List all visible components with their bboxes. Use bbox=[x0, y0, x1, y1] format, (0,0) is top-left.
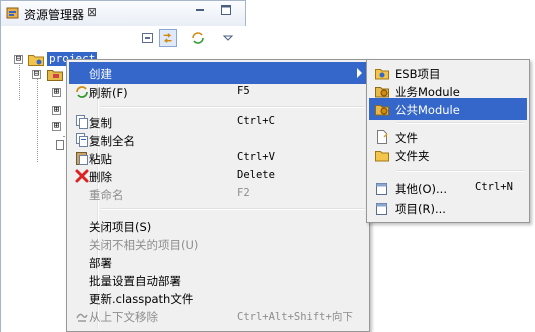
menu-item-shortcut: Ctrl+Alt+Shift+向下 bbox=[237, 311, 353, 323]
menu-item-label: 创建 bbox=[89, 67, 112, 81]
menu-item-shortcut: Ctrl+N bbox=[475, 181, 513, 193]
submenu-item-folder[interactable]: 文件夹 bbox=[369, 144, 527, 166]
submenu-arrow-icon bbox=[357, 68, 362, 78]
menu-item-label: 公共Module bbox=[395, 103, 460, 117]
submenu-item-other[interactable]: 其他(O)... Ctrl+N bbox=[369, 177, 527, 199]
menu-item-label: 重命名 bbox=[89, 188, 124, 202]
submenu-item-project[interactable]: 项目(R)... bbox=[369, 197, 527, 219]
menu-item-label: 文件夹 bbox=[395, 149, 430, 163]
menu-separator bbox=[397, 122, 525, 124]
project-collapse-toggle[interactable]: ⊟ bbox=[14, 55, 23, 64]
menu-item-rename[interactable]: 重命名 F2 bbox=[69, 183, 367, 205]
create-submenu: ESB项目 业务Module 公共Module 文件 文件夹 其他(O)... … bbox=[366, 59, 530, 223]
menu-item-shortcut: Delete bbox=[237, 169, 275, 181]
context-menu: 创建 刷新(F) F5 复制 Ctrl+C 复制全名 粘贴 Ctrl+V 删除 … bbox=[66, 59, 370, 332]
tree-guide-line bbox=[37, 74, 38, 162]
copy-icon bbox=[76, 115, 88, 129]
menu-separator bbox=[101, 106, 365, 108]
view-toolbar bbox=[0, 26, 246, 50]
close-icon[interactable]: ⊠ bbox=[87, 5, 97, 19]
tree-node-collapse-toggle[interactable]: ⊟ bbox=[32, 70, 41, 79]
project-icon bbox=[376, 203, 387, 215]
explorer-view-tab[interactable]: 资源管理器 ⊠ bbox=[0, 0, 246, 26]
menu-separator bbox=[101, 208, 365, 210]
remove-context-icon bbox=[76, 313, 88, 322]
other-icon bbox=[376, 183, 387, 195]
tree-node-expand-toggle[interactable]: ⊞ bbox=[52, 88, 61, 97]
submenu-item-common-module[interactable]: 公共Module bbox=[369, 98, 527, 120]
minimize-icon[interactable] bbox=[193, 3, 207, 17]
sync-icon[interactable] bbox=[189, 29, 207, 47]
copy-fullname-icon bbox=[76, 133, 88, 147]
collapse-all-icon[interactable] bbox=[139, 29, 157, 47]
module-folder-icon bbox=[47, 70, 63, 81]
link-with-editor-icon[interactable] bbox=[159, 29, 177, 47]
explorer-view-title: 资源管理器 bbox=[24, 8, 85, 22]
file-icon bbox=[377, 130, 388, 144]
esb-project-icon bbox=[375, 69, 389, 80]
menu-item-shortcut: F2 bbox=[237, 187, 250, 199]
menu-item-shortcut: Ctrl+C bbox=[237, 115, 275, 127]
view-menu-chevron-down-icon[interactable] bbox=[219, 29, 237, 47]
menu-item-label: 从上下文移除 bbox=[89, 310, 158, 324]
menu-item-label: 刷新(F) bbox=[89, 86, 128, 100]
common-module-icon bbox=[375, 105, 389, 116]
menu-item-label: 其他(O)... bbox=[395, 182, 447, 196]
maximize-icon[interactable] bbox=[219, 3, 233, 17]
menu-separator bbox=[397, 170, 525, 172]
tree-file-icon bbox=[56, 140, 64, 150]
project-folder-icon bbox=[28, 55, 44, 66]
refresh-icon bbox=[76, 86, 88, 98]
explorer-view-icon bbox=[6, 7, 19, 19]
tree-node-expand-toggle[interactable]: ⊞ bbox=[52, 106, 61, 115]
tree-guide-line bbox=[19, 60, 20, 100]
business-module-icon bbox=[375, 87, 389, 98]
menu-item-shortcut: Ctrl+V bbox=[237, 151, 275, 163]
menu-item-shortcut: F5 bbox=[237, 85, 250, 97]
paste-icon bbox=[76, 152, 88, 165]
delete-icon bbox=[75, 169, 89, 183]
tree-node-expand-toggle[interactable]: ⊞ bbox=[52, 122, 61, 131]
menu-item-label: 项目(R)... bbox=[395, 202, 446, 216]
menu-item-refresh[interactable]: 刷新(F) F5 bbox=[69, 81, 367, 103]
folder-icon bbox=[375, 151, 389, 162]
menu-item-remove-from-context[interactable]: 从上下文移除 Ctrl+Alt+Shift+向下 bbox=[69, 305, 367, 327]
